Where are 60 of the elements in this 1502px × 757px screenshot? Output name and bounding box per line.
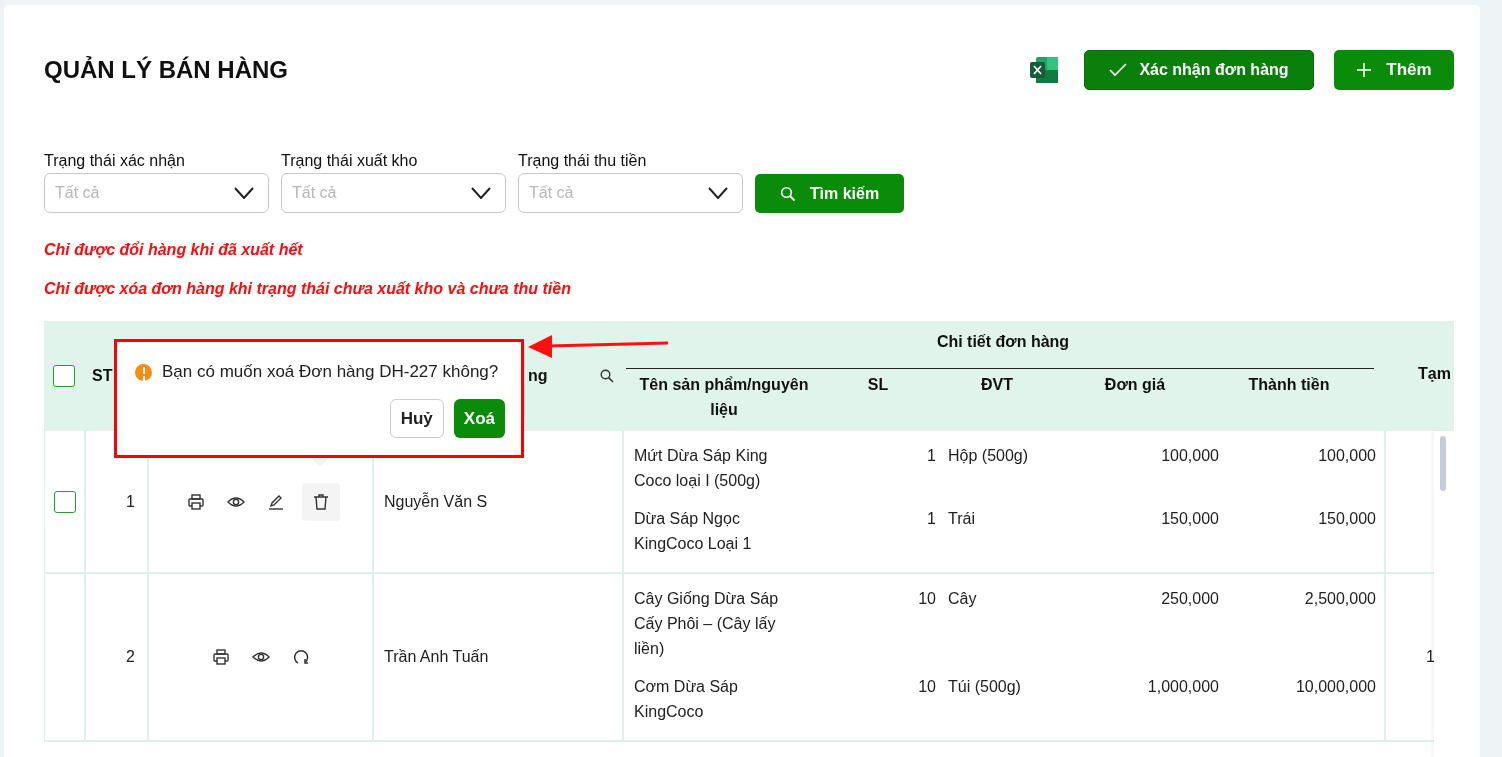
column-header: Tạm	[1418, 365, 1451, 383]
filter-label: Trạng thái thu tiền	[518, 152, 648, 170]
confirm-button[interactable]: Xác nhận đơn hàng	[1084, 50, 1314, 90]
row-checkbox[interactable]	[53, 490, 76, 513]
unit: Trái	[947, 509, 976, 529]
search-button[interactable]: Tìm kiếm	[755, 174, 904, 213]
line-total: 10,000,000	[1294, 677, 1376, 697]
chevron-down-icon	[708, 187, 728, 199]
customer-name: Trần Anh Tuấn	[384, 648, 489, 666]
line-total: 150,000	[1317, 509, 1376, 529]
warning-note: Chỉ được xóa đơn hàng khi trạng thái chưa xuất kho và chưa thu tiền	[44, 280, 572, 298]
product-name: Mứt Dừa Sáp King Coco loại I (500g)	[634, 446, 769, 491]
chevron-down-icon	[471, 187, 491, 199]
quantity: 1	[926, 509, 936, 529]
unit-price: 100,000	[1160, 446, 1219, 466]
warning-note: Chỉ được đổi hàng khi đã xuất hết	[44, 241, 304, 259]
filter-label: Trạng thái xác nhận	[44, 152, 186, 170]
table-cell: 1	[1426, 648, 1435, 666]
page-title: QUẢN LÝ BÁN HÀNG	[44, 56, 288, 84]
scrollbar[interactable]	[1434, 431, 1454, 757]
filter-label: Trạng thái xuất kho	[281, 152, 419, 170]
column-header: Tên sản phẩm/nguyên liệu	[638, 375, 810, 420]
column-header: SL	[866, 375, 890, 395]
quantity: 10	[917, 589, 936, 609]
popover-pointer	[311, 458, 329, 467]
check-icon	[1109, 63, 1128, 77]
chevron-down-icon	[234, 187, 254, 199]
delete-button[interactable]: Xoá	[453, 399, 505, 438]
unit: Hộp (500g)	[947, 446, 1030, 466]
unit: Cây	[947, 589, 978, 609]
unit-price: 250,000	[1160, 589, 1219, 609]
product-name: Dừa Sáp Ngọc KingCoco Loại 1	[634, 509, 753, 554]
add-button[interactable]: Thêm	[1334, 50, 1454, 90]
unit-price: 1,000,000	[1146, 677, 1219, 697]
column-group-header: Chi tiết đơn hàng	[935, 333, 1071, 352]
warning-icon	[135, 363, 152, 381]
trash-icon[interactable]	[301, 482, 340, 521]
search-icon[interactable]	[600, 369, 614, 383]
product-name: Cơm Dừa Sáp KingCoco	[634, 677, 739, 722]
quantity: 10	[917, 677, 936, 697]
product-name: Cây Giống Dừa Sáp Cấy Phôi – (Cây lấy liền)	[634, 589, 780, 659]
line-total: 100,000	[1317, 446, 1376, 466]
search-icon	[779, 185, 796, 202]
spreadsheet-icon[interactable]	[1030, 57, 1058, 83]
unit-price: 150,000	[1160, 509, 1219, 529]
column-header: ng	[528, 367, 548, 385]
column-header: ST	[92, 367, 113, 385]
unit: Túi (500g)	[947, 677, 1022, 697]
column-header: ĐVT	[980, 375, 1014, 395]
column-header: Thành tiền	[1247, 375, 1331, 395]
customer-name: Nguyễn Văn S	[384, 492, 488, 511]
confirm-message: Bạn có muốn xoá Đơn hàng DH-227 không?	[162, 362, 499, 382]
cancel-button[interactable]: Huỷ	[389, 399, 444, 438]
column-header: Đơn giá	[1103, 375, 1167, 395]
plus-icon	[1356, 62, 1373, 78]
row-number: 2	[126, 648, 135, 666]
select-all-checkbox[interactable]	[53, 365, 75, 387]
quantity: 1	[926, 446, 936, 466]
line-total: 2,500,000	[1303, 589, 1376, 609]
row-number: 1	[126, 492, 135, 511]
